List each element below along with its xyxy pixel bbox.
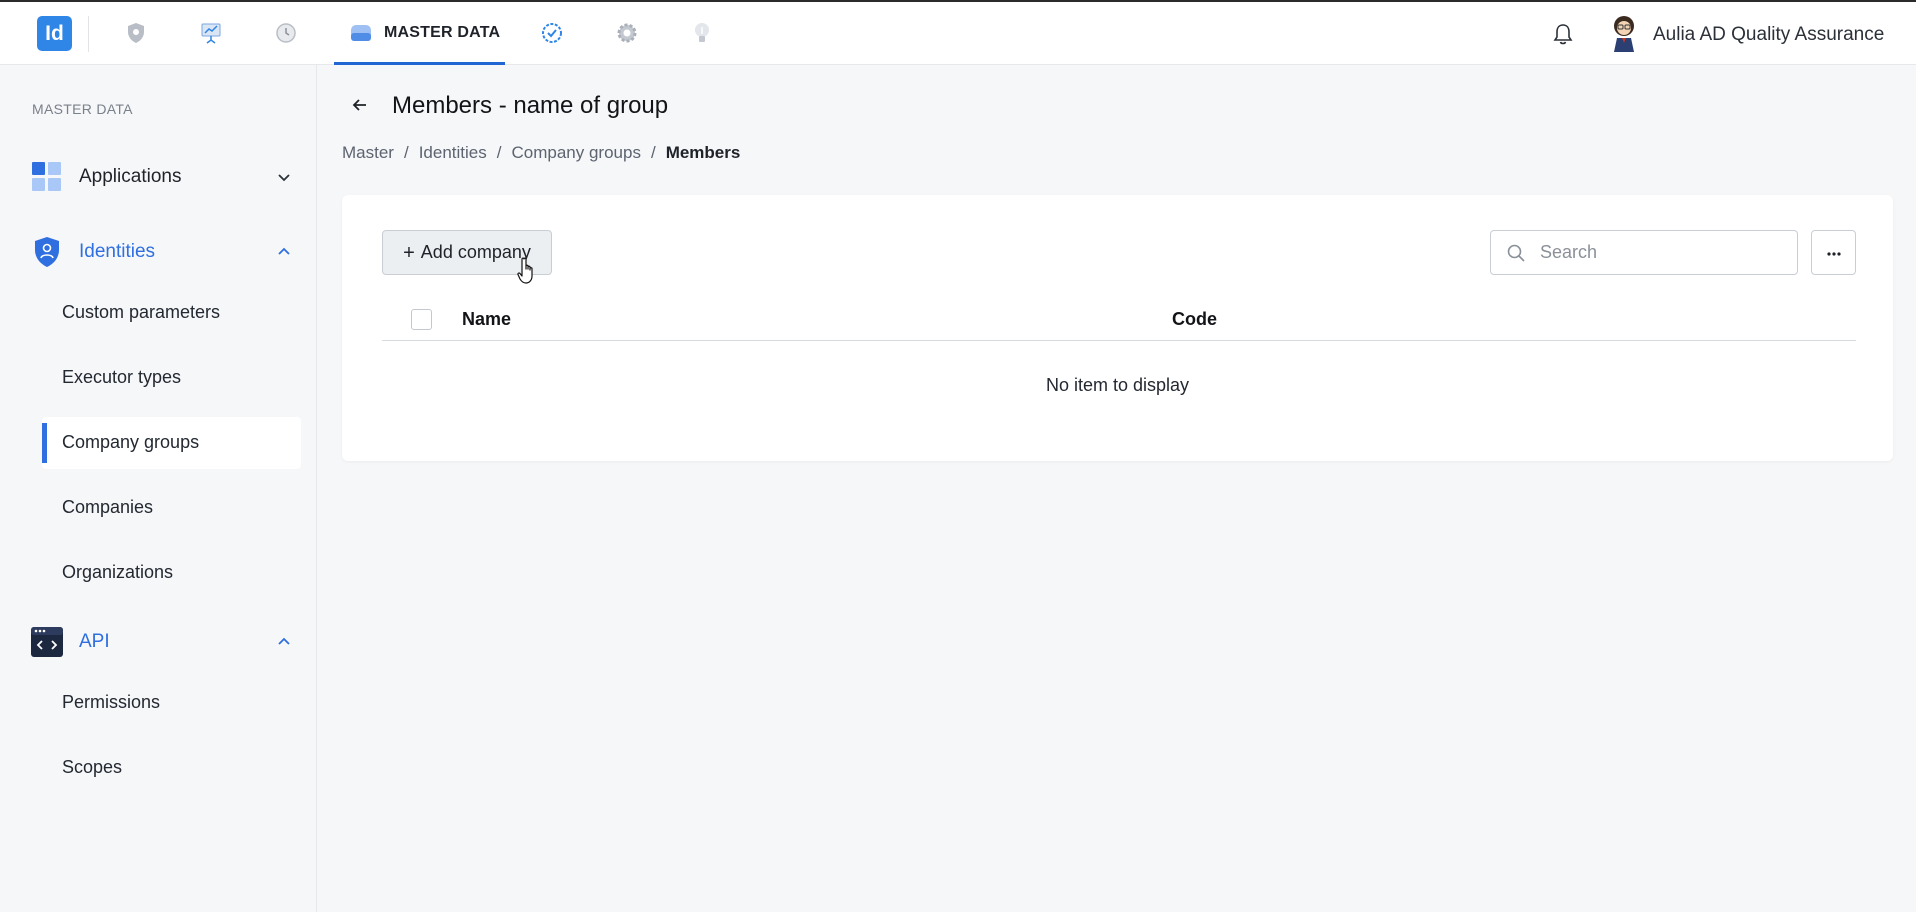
hand-pointer-cursor-icon xyxy=(517,257,539,290)
ellipsis-icon xyxy=(1826,244,1842,262)
chevron-up-icon xyxy=(277,635,291,654)
breadcrumb-separator: / xyxy=(496,143,502,162)
sidebar: MASTER DATA Applications Identities Cust… xyxy=(0,65,317,912)
applications-icon xyxy=(31,161,63,198)
column-header-name[interactable]: Name xyxy=(462,309,511,330)
plus-icon: + xyxy=(403,241,415,264)
logo-divider xyxy=(88,16,89,52)
sidebar-group-api[interactable]: API xyxy=(31,626,291,660)
search-icon xyxy=(1506,243,1526,268)
sidebar-item-label: Executor types xyxy=(62,367,182,387)
column-header-code[interactable]: Code xyxy=(1172,309,1217,330)
back-arrow-icon[interactable] xyxy=(351,96,369,119)
api-code-icon xyxy=(31,626,63,663)
sidebar-group-label: Identities xyxy=(79,241,156,262)
sidebar-item-label: Organizations xyxy=(62,562,174,582)
breadcrumb-current: Members xyxy=(665,143,741,162)
breadcrumb-link-master[interactable]: Master xyxy=(342,143,394,162)
sidebar-item-label: Permissions xyxy=(62,692,161,712)
sidebar-group-label: API xyxy=(79,631,110,652)
nav-shield-icon[interactable] xyxy=(123,20,149,46)
page-title: Members - name of group xyxy=(392,92,669,119)
tab-master-data-label: MASTER DATA xyxy=(384,24,501,41)
app-logo[interactable]: Id xyxy=(37,16,72,51)
sidebar-item-permissions[interactable]: Permissions xyxy=(42,677,301,729)
sidebar-item-executor-types[interactable]: Executor types xyxy=(42,352,301,404)
empty-state-message: No item to display xyxy=(1045,375,1190,395)
search-input[interactable]: Search xyxy=(1490,230,1798,275)
nav-clock-icon[interactable] xyxy=(273,20,299,46)
identity-shield-icon xyxy=(31,236,63,273)
nav-check-badge-icon[interactable] xyxy=(539,20,565,46)
breadcrumb-separator: / xyxy=(650,143,656,162)
add-company-label: Add company xyxy=(420,242,531,262)
sidebar-item-scopes[interactable]: Scopes xyxy=(42,742,301,794)
sidebar-group-label: Applications xyxy=(79,166,182,187)
sidebar-group-identities[interactable]: Identities xyxy=(31,236,291,270)
chevron-up-icon xyxy=(277,245,291,264)
user-avatar[interactable] xyxy=(1605,14,1643,54)
breadcrumb-link-company-groups[interactable]: Company groups xyxy=(511,143,640,162)
select-all-checkbox[interactable] xyxy=(411,309,432,330)
nav-gear-icon[interactable] xyxy=(614,20,640,46)
sidebar-item-companies[interactable]: Companies xyxy=(42,482,301,534)
sidebar-item-company-groups[interactable]: Company groups xyxy=(42,417,301,469)
sidebar-group-applications[interactable]: Applications xyxy=(31,161,291,195)
breadcrumb-link-identities[interactable]: Identities xyxy=(419,143,487,162)
sidebar-item-organizations[interactable]: Organizations xyxy=(42,547,301,599)
search-placeholder: Search xyxy=(1540,242,1598,262)
user-name[interactable]: Aulia AD Quality Assurance xyxy=(1653,24,1884,46)
database-icon xyxy=(350,23,372,48)
notification-bell-icon[interactable] xyxy=(1552,22,1574,51)
breadcrumb-separator: / xyxy=(403,143,409,162)
sidebar-item-label: Companies xyxy=(62,497,154,517)
sidebar-item-label: Custom parameters xyxy=(62,302,221,322)
sidebar-item-custom-parameters[interactable]: Custom parameters xyxy=(42,287,301,339)
members-card: + Add company Search Name Code No item t… xyxy=(342,195,1893,461)
breadcrumb: Master / Identities / Company groups / Members xyxy=(342,143,740,163)
nav-presentation-icon[interactable] xyxy=(198,20,224,46)
sidebar-item-label: Company groups xyxy=(62,432,200,452)
nav-lightbulb-icon[interactable] xyxy=(689,20,715,46)
sidebar-heading: MASTER DATA xyxy=(32,101,133,117)
sidebar-item-label: Scopes xyxy=(62,757,123,777)
main-content: Members - name of group Master / Identitie… xyxy=(318,65,1916,912)
tab-master-data[interactable]: MASTER DATA xyxy=(334,2,505,65)
top-navigation-bar: Id MASTER DATA Aulia AD Quality Assuranc… xyxy=(0,0,1916,65)
chevron-down-icon xyxy=(277,170,291,189)
table-header-row: Name Code xyxy=(382,289,1856,341)
more-options-button[interactable] xyxy=(1811,230,1856,275)
